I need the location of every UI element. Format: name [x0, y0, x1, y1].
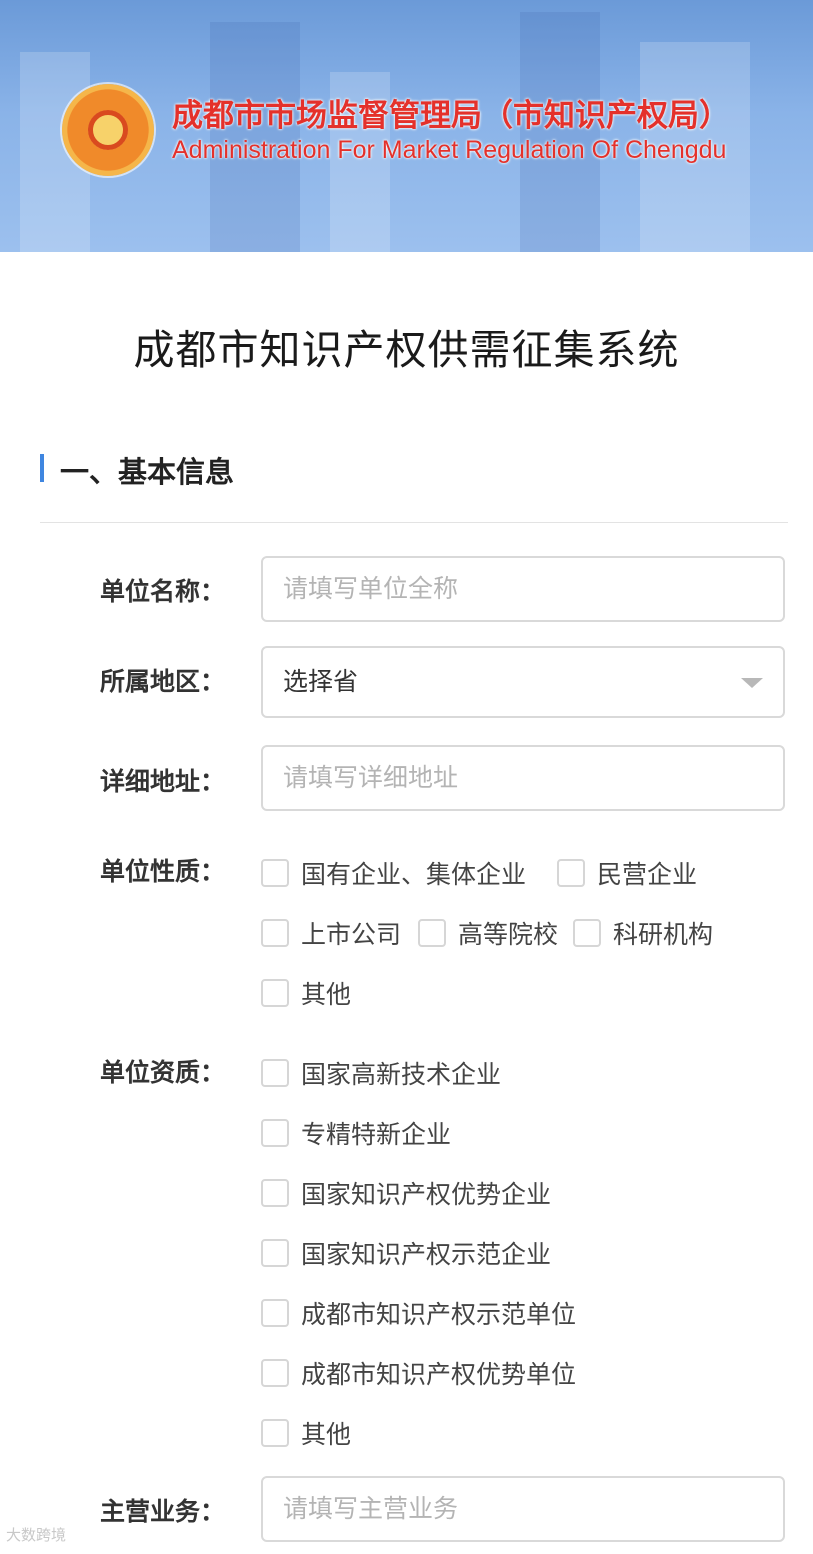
unit-nature-option[interactable]: 国有企业、集体企业	[261, 855, 526, 891]
option-label: 民营企业	[597, 860, 698, 889]
checkbox[interactable]	[261, 919, 289, 947]
checkbox[interactable]	[261, 1299, 289, 1327]
main-business-label: 主营业务：	[100, 1497, 226, 1526]
section-title: 一、基本信息	[60, 455, 235, 489]
checkbox[interactable]	[418, 919, 446, 947]
option-label: 科研机构	[613, 920, 714, 949]
checkbox[interactable]	[261, 1239, 289, 1267]
option-label: 国家高新技术企业	[301, 1060, 502, 1089]
org-name-cn: 成都市市场监督管理局（市知识产权局）	[172, 98, 730, 134]
unit-nature-option[interactable]: 其他	[261, 975, 351, 1011]
checkbox[interactable]	[261, 1119, 289, 1147]
unit-name-input[interactable]	[283, 558, 723, 620]
region-select-value: 选择省	[283, 667, 359, 696]
checkbox[interactable]	[557, 859, 585, 887]
chevron-down-icon	[741, 678, 763, 688]
page-title: 成都市知识产权供需征集系统	[133, 326, 680, 374]
address-field-box	[261, 745, 785, 811]
unit-qualification-label: 单位资质：	[100, 1058, 226, 1087]
option-label: 高等院校	[458, 920, 559, 949]
unit-qualification-option[interactable]: 成都市知识产权示范单位	[261, 1295, 576, 1331]
unit-name-field-box	[261, 556, 785, 622]
checkbox[interactable]	[261, 979, 289, 1007]
checkbox[interactable]	[261, 1359, 289, 1387]
unit-name-label: 单位名称：	[100, 577, 226, 606]
header-banner: 成都市市场监督管理局（市知识产权局） Administration For Ma…	[0, 0, 813, 252]
checkbox[interactable]	[261, 859, 289, 887]
address-label: 详细地址：	[100, 767, 226, 796]
option-label: 成都市知识产权优势单位	[301, 1360, 577, 1389]
option-label: 上市公司	[301, 920, 402, 949]
section-divider	[40, 522, 788, 523]
region-select[interactable]: 选择省	[261, 646, 785, 718]
unit-qualification-option[interactable]: 国家知识产权优势企业	[261, 1175, 551, 1211]
option-label: 国有企业、集体企业	[301, 860, 527, 889]
checkbox[interactable]	[261, 1179, 289, 1207]
main-business-input[interactable]	[283, 1478, 723, 1540]
checkbox[interactable]	[261, 1419, 289, 1447]
unit-qualification-option[interactable]: 专精特新企业	[261, 1115, 451, 1151]
unit-nature-option[interactable]: 科研机构	[573, 915, 713, 951]
option-label: 其他	[301, 1420, 352, 1449]
unit-qualification-option[interactable]: 其他	[261, 1415, 351, 1451]
org-name-en: Administration For Market Regulation Of …	[172, 136, 727, 164]
option-label: 国家知识产权示范企业	[301, 1240, 552, 1269]
option-label: 其他	[301, 980, 352, 1009]
address-input[interactable]	[283, 747, 723, 809]
unit-nature-option[interactable]: 民营企业	[557, 855, 697, 891]
checkbox[interactable]	[573, 919, 601, 947]
unit-nature-option[interactable]: 上市公司	[261, 915, 401, 951]
checkbox[interactable]	[261, 1059, 289, 1087]
unit-qualification-option[interactable]: 成都市知识产权优势单位	[261, 1355, 576, 1391]
unit-qualification-option[interactable]: 国家知识产权示范企业	[261, 1235, 551, 1271]
unit-qualification-option[interactable]: 国家高新技术企业	[261, 1055, 501, 1091]
option-label: 专精特新企业	[301, 1120, 452, 1149]
unit-nature-option[interactable]: 高等院校	[418, 915, 558, 951]
unit-nature-label: 单位性质：	[100, 857, 226, 886]
region-label: 所属地区：	[100, 667, 226, 696]
emblem-logo-icon	[62, 84, 154, 176]
watermark: 大数跨境	[6, 1526, 67, 1544]
section-accent-bar	[40, 454, 44, 482]
option-label: 国家知识产权优势企业	[301, 1180, 552, 1209]
option-label: 成都市知识产权示范单位	[301, 1300, 577, 1329]
main-business-field-box	[261, 1476, 785, 1542]
